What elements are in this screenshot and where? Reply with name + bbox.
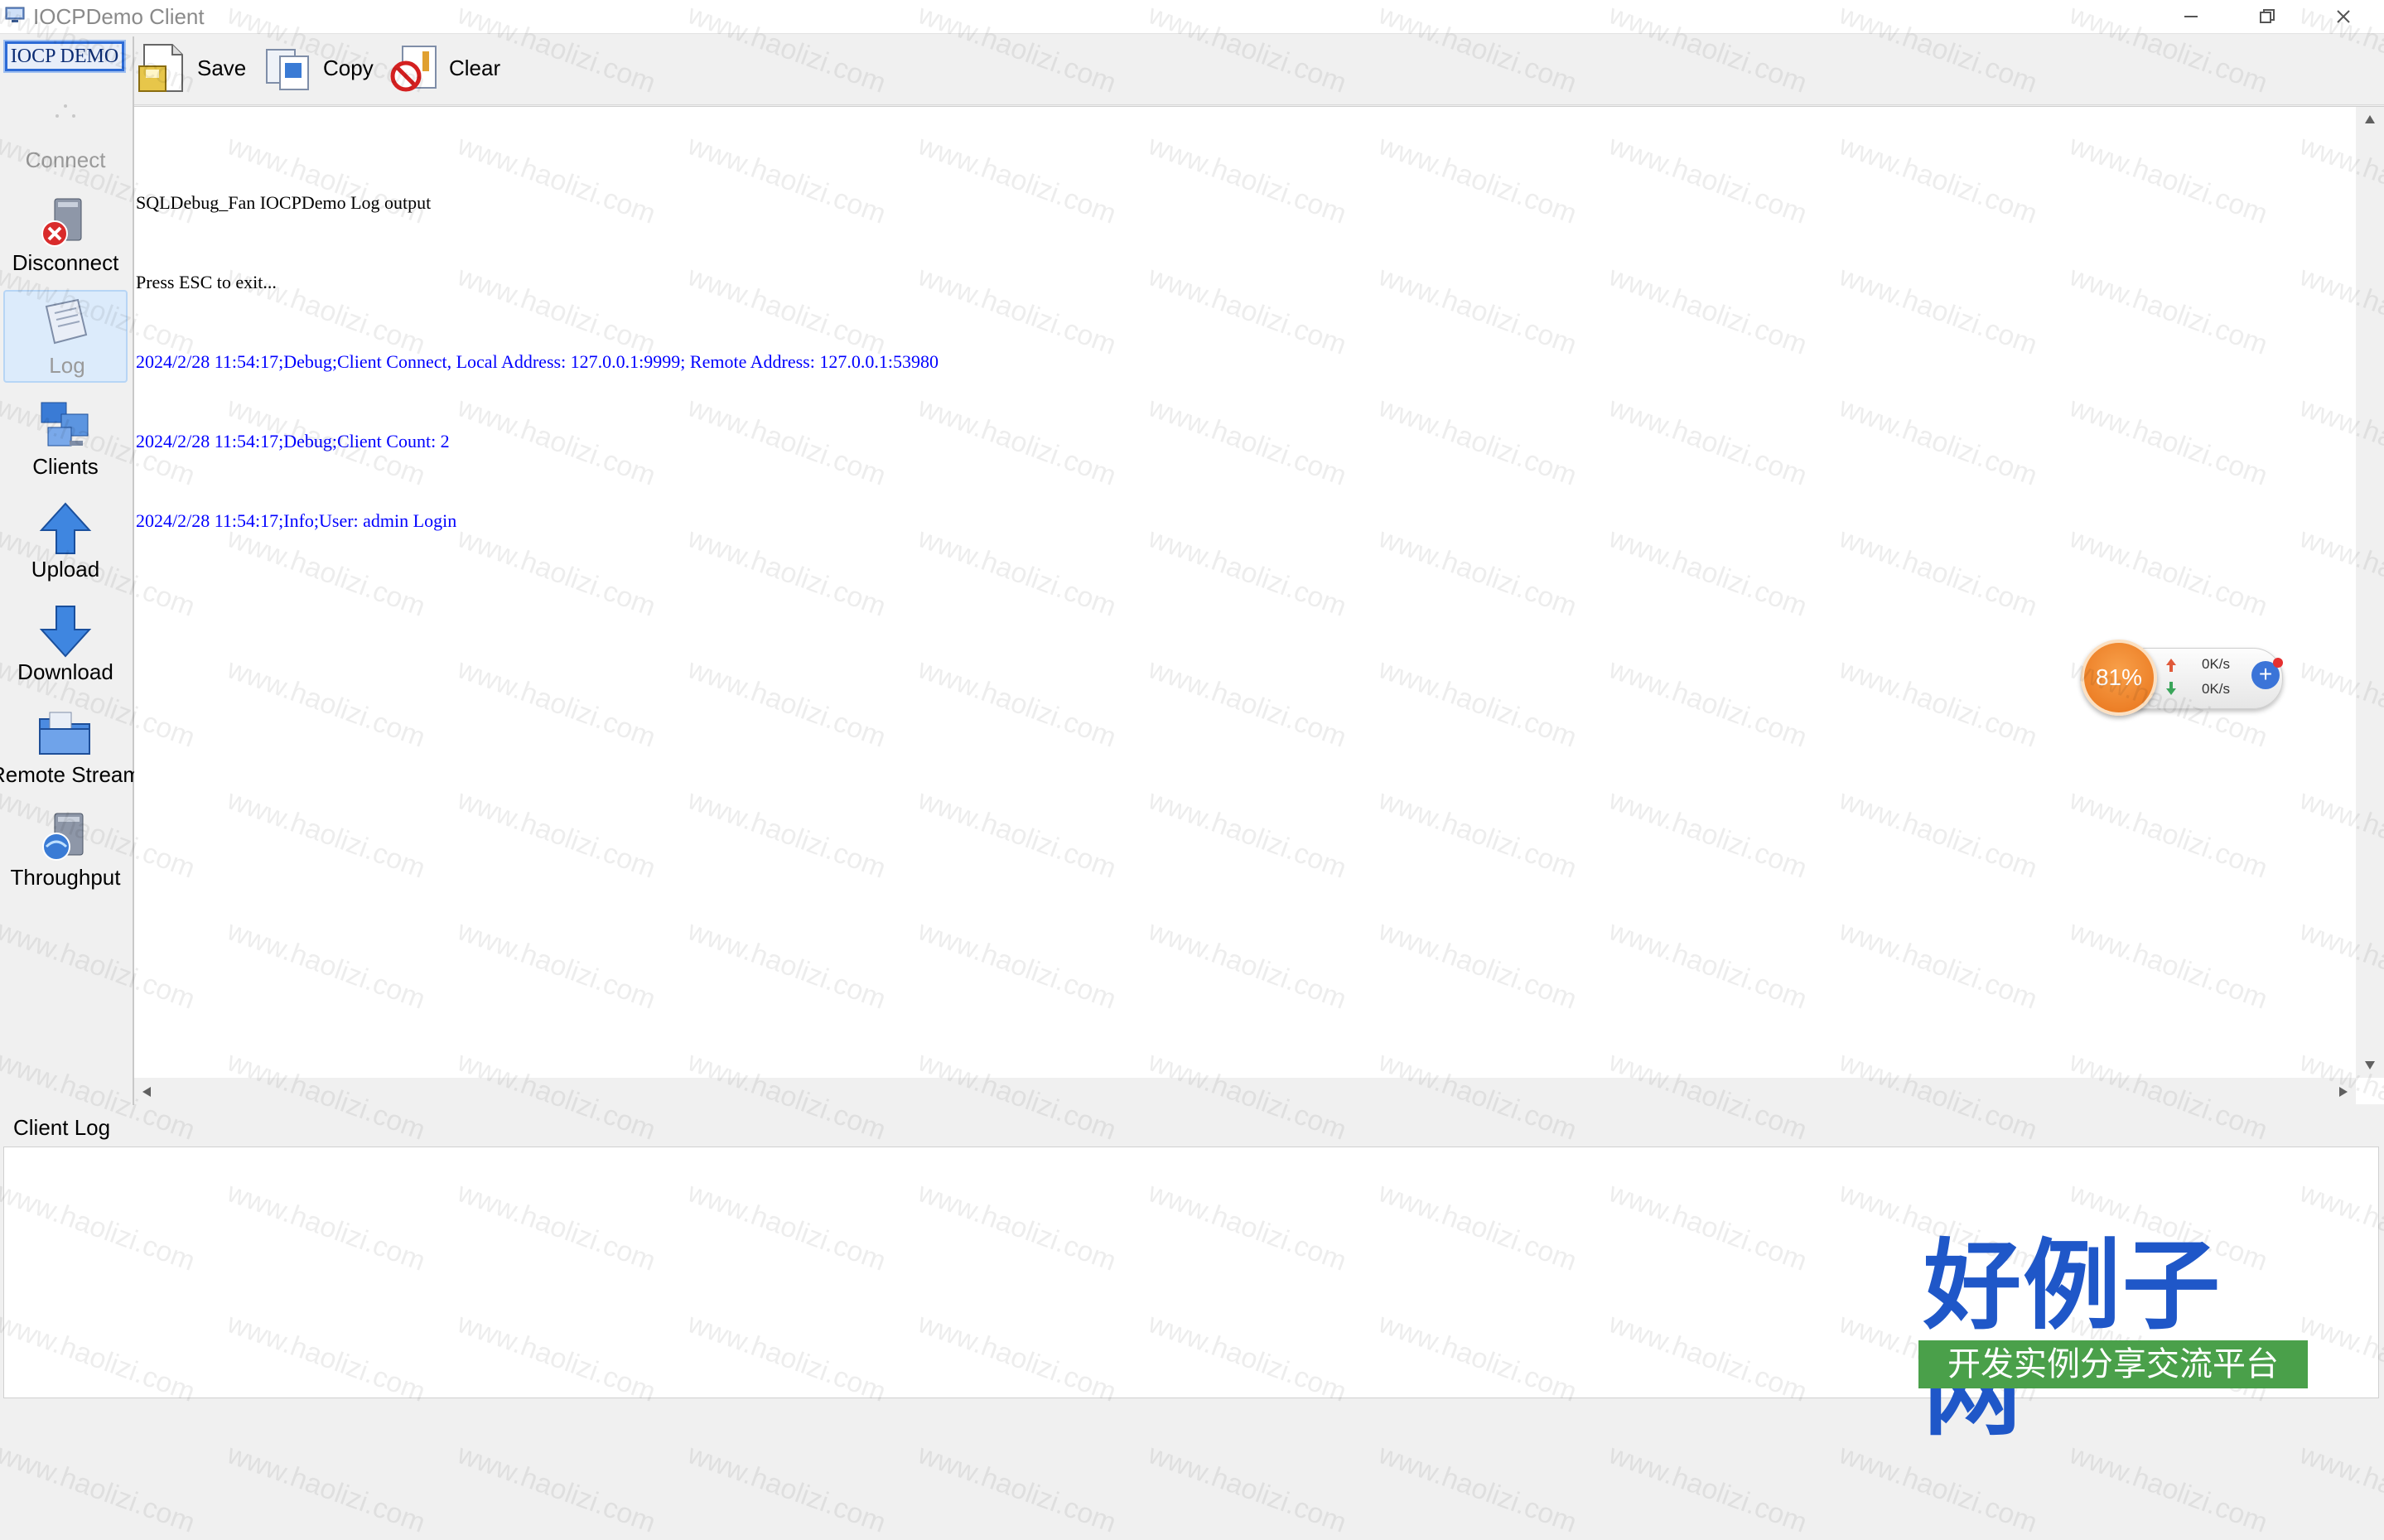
- sidebar-item-label: Upload: [31, 557, 100, 582]
- download-arrow-icon: [39, 606, 92, 658]
- log-line: SQLDebug_Fan IOCPDemo Log output: [136, 192, 432, 213]
- sidebar-item-upload[interactable]: Upload: [3, 495, 128, 588]
- log-line: 2024/2/28 11:54:17;Debug;Client Count: 2: [136, 431, 450, 451]
- sidebar-item-label: Log: [49, 353, 85, 378]
- watermark-text: www.haolizi.com: [1374, 1438, 1581, 1539]
- scroll-up-icon[interactable]: [2363, 113, 2377, 125]
- log-line: 2024/2/28 11:54:17;Debug;Client Connect,…: [136, 351, 939, 372]
- close-button[interactable]: [2306, 0, 2381, 33]
- scroll-left-icon[interactable]: [141, 1085, 152, 1098]
- throughput-icon: [42, 813, 84, 861]
- upload-indicator-icon: [2166, 659, 2176, 672]
- cpu-usage-percent: 81%: [2095, 664, 2143, 690]
- watermark-text: www.haolizi.com: [223, 1438, 430, 1539]
- download-indicator-icon: [2166, 682, 2176, 695]
- sidebar-header: IOCP DEMO: [3, 40, 126, 73]
- upload-rate: 0K/s: [2202, 656, 2231, 672]
- restore-icon: [2260, 9, 2275, 23]
- watermark-text: www.haolizi.com: [1835, 1438, 2042, 1539]
- upload-arrow-icon: [39, 502, 92, 554]
- brand-subtitle: 开发实例分享交流平台: [1918, 1340, 2308, 1388]
- clients-icon: [41, 402, 89, 447]
- sidebar-item-label: Download: [17, 659, 113, 684]
- brand-logo: 好例子网 开发实例分享交流平台: [1915, 1233, 2313, 1445]
- clear-button[interactable]: Clear: [388, 40, 500, 96]
- log-output-panel[interactable]: SQLDebug_Fan IOCPDemo Log output Press E…: [134, 106, 2384, 1104]
- sidebar-item-clients[interactable]: Clients: [3, 393, 128, 485]
- sidebar-item-label: Throughput: [10, 865, 121, 890]
- sidebar-item-label: Remote Stream: [0, 762, 142, 787]
- watermark-text: www.haolizi.com: [1605, 1438, 1812, 1539]
- watermark-text: www.haolizi.com: [2065, 1438, 2272, 1539]
- window-title: IOCPDemo Client: [33, 4, 205, 29]
- app-icon: [5, 7, 25, 22]
- watermark-text: www.haolizi.com: [683, 1438, 890, 1539]
- sidebar-item-download[interactable]: Download: [3, 598, 128, 691]
- brand-title: 好例子网: [1923, 1229, 2222, 1449]
- close-icon: [2337, 10, 2350, 23]
- sidebar-item-connect[interactable]: Connect: [3, 86, 128, 179]
- sidebar-header-label: IOCP DEMO: [7, 44, 122, 69]
- watermark-text: www.haolizi.com: [2295, 1438, 2384, 1539]
- restore-button[interactable]: [2230, 0, 2304, 33]
- vertical-scrollbar[interactable]: [2356, 107, 2384, 1078]
- sidebar-item-log[interactable]: Log: [3, 290, 128, 383]
- watermark-text: www.haolizi.com: [453, 1438, 660, 1539]
- remote-stream-icon: [39, 712, 90, 755]
- watermark-text: www.haolizi.com: [0, 1438, 200, 1539]
- sidebar-item-disconnect[interactable]: Disconnect: [3, 189, 128, 282]
- scroll-down-icon[interactable]: [2363, 1060, 2377, 1071]
- horizontal-scrollbar[interactable]: [134, 1078, 2356, 1104]
- download-rate: 0K/s: [2202, 681, 2231, 697]
- log-lines: SQLDebug_Fan IOCPDemo Log output Press E…: [136, 137, 939, 587]
- log-icon: [45, 298, 88, 345]
- log-line: Press ESC to exit...: [136, 272, 277, 292]
- log-line: 2024/2/28 11:54:17;Info;User: admin Logi…: [136, 510, 457, 531]
- sidebar-item-label: Disconnect: [12, 250, 119, 275]
- save-label: Save: [197, 55, 247, 80]
- cpu-usage-circle[interactable]: 81%: [2081, 640, 2157, 716]
- copy-icon: [266, 49, 309, 90]
- watermark-text: www.haolizi.com: [1144, 1438, 1351, 1539]
- sidebar-item-label: Connect: [25, 147, 106, 172]
- network-speed-widget[interactable]: 0K/s 0K/s + 81%: [2078, 638, 2290, 717]
- disconnect-icon: [41, 198, 82, 247]
- save-button[interactable]: Save: [136, 40, 246, 96]
- connect-icon: [55, 104, 75, 118]
- copy-label: Copy: [323, 55, 374, 80]
- title-bar: IOCPDemo Client: [0, 0, 2384, 34]
- toolbar: Save Copy Clear: [134, 35, 2384, 105]
- clear-icon: [390, 46, 437, 92]
- copy-button[interactable]: Copy: [262, 40, 374, 96]
- sidebar: IOCP DEMO Connect Disconnect Log Clients…: [0, 36, 141, 1105]
- minimize-button[interactable]: [2154, 0, 2228, 33]
- sidebar-item-throughput[interactable]: Throughput: [3, 804, 128, 896]
- save-icon: [138, 44, 183, 92]
- notification-dot: [2273, 658, 2283, 668]
- sidebar-item-remote-stream[interactable]: Remote Stream: [0, 701, 141, 794]
- watermark-text: www.haolizi.com: [914, 1438, 1121, 1539]
- scroll-right-icon[interactable]: [2338, 1085, 2349, 1098]
- clear-label: Clear: [449, 55, 501, 80]
- minimize-icon: [2184, 16, 2198, 17]
- sidebar-item-label: Clients: [32, 454, 99, 479]
- client-log-title: Client Log: [13, 1115, 111, 1140]
